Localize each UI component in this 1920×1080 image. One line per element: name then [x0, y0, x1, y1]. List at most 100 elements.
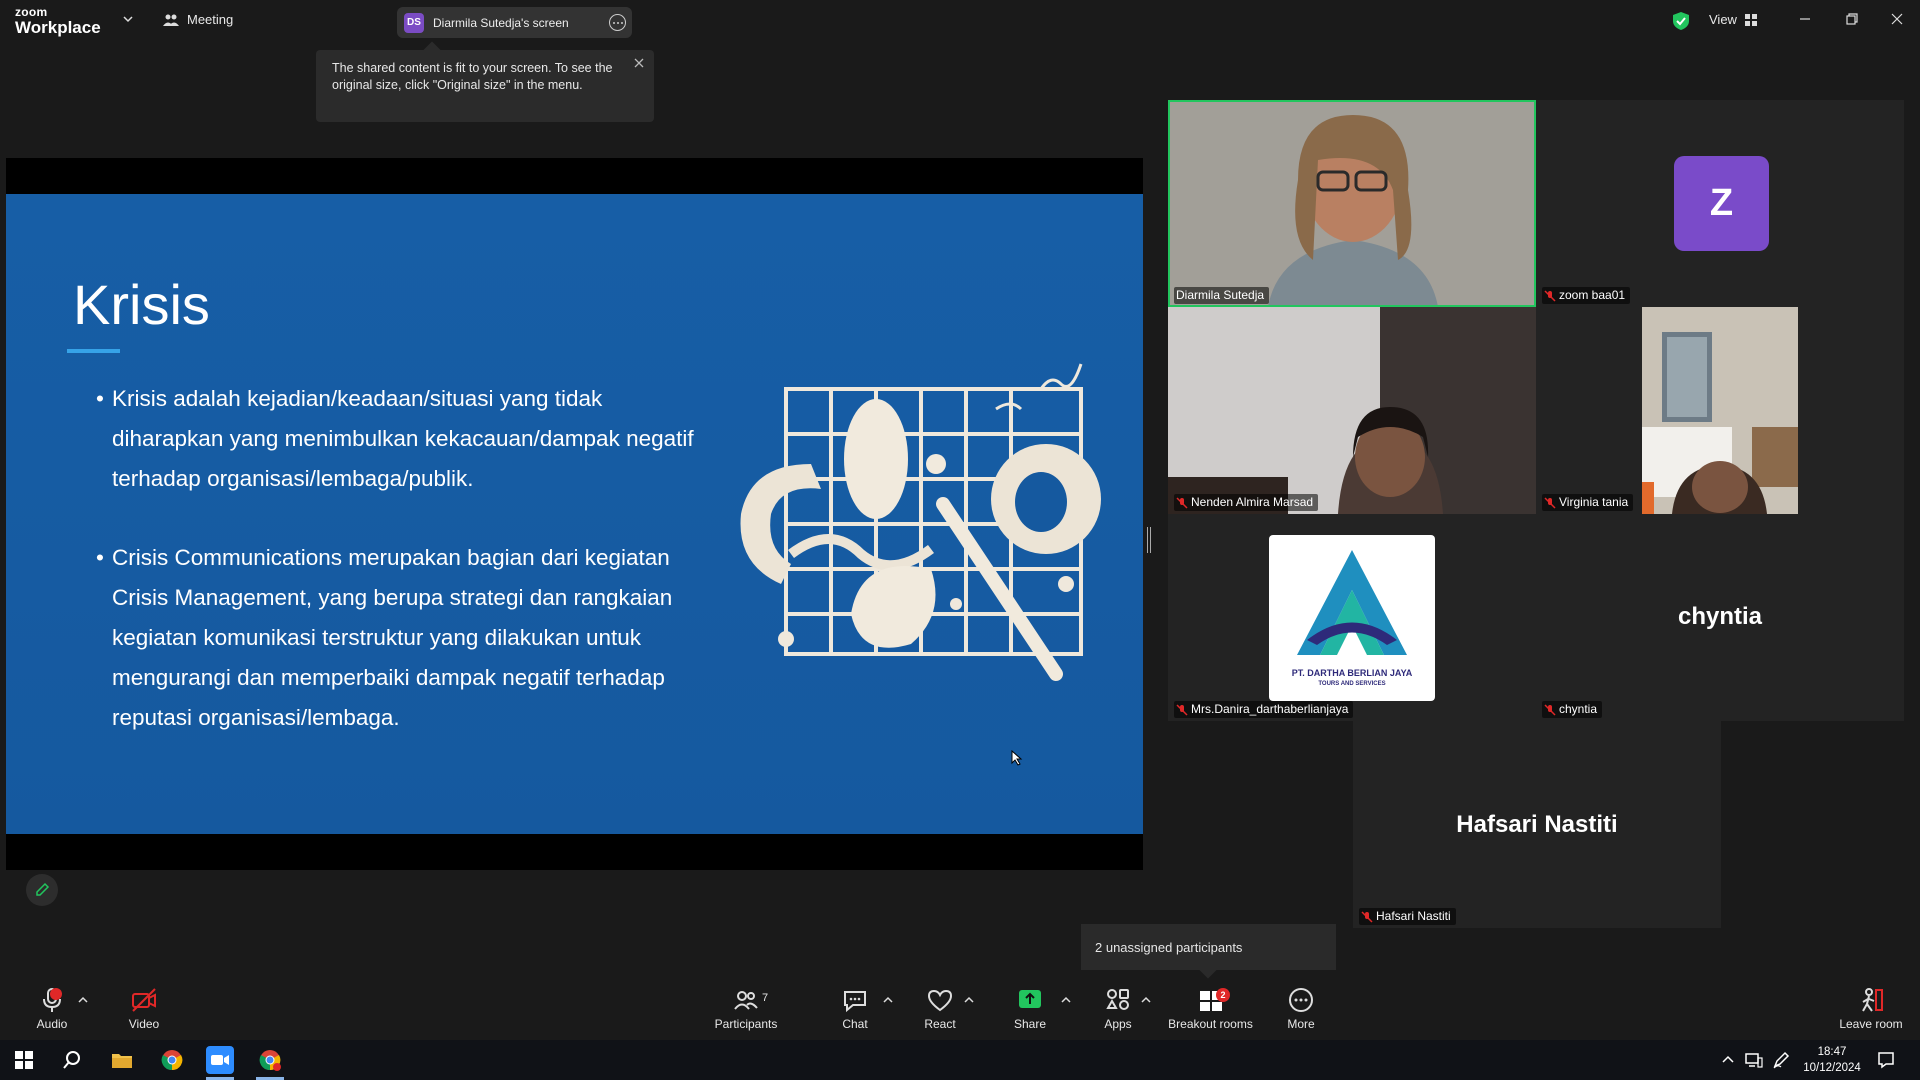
abstract-shapes-illustration: [740, 363, 1101, 681]
clock-time: 18:47: [1817, 1046, 1847, 1058]
breakout-label: Breakout rooms: [1168, 1017, 1253, 1031]
shared-screen-title: Diarmila Sutedja's screen: [433, 15, 569, 30]
taskbar-clock[interactable]: 18:47 10/12/2024: [1802, 1044, 1862, 1076]
clock-date: 10/12/2024: [1803, 1062, 1861, 1074]
apps-label: Apps: [1104, 1017, 1132, 1031]
unassigned-text: 2 unassigned participants: [1095, 939, 1243, 955]
company-logo-subtext: TOURS AND SERVICES: [1318, 681, 1386, 687]
chevron-up-icon[interactable]: [1141, 996, 1151, 1004]
participant-name: chyntia: [1559, 702, 1598, 716]
slide-title: Krisis: [73, 273, 210, 336]
share-screen-icon: [1019, 990, 1041, 1008]
notifications-icon[interactable]: [1877, 1051, 1895, 1069]
participants-button[interactable]: Participants: [701, 986, 791, 1031]
video-button[interactable]: Video: [99, 986, 189, 1031]
meeting-menu[interactable]: Meeting: [163, 12, 233, 27]
react-button[interactable]: React: [895, 986, 985, 1031]
zoom-window: zoom Workplace Meeting DS Diarmila Suted…: [0, 0, 1920, 1080]
participant-name: Nenden Almira Marsad: [1191, 495, 1314, 509]
participant-name-tag: Virginia tania: [1542, 494, 1634, 511]
share-button[interactable]: Share: [985, 986, 1075, 1031]
windows-taskbar: 18:47 10/12/2024: [0, 1040, 1920, 1080]
video-tile-virginia[interactable]: Virginia tania: [1536, 307, 1904, 514]
breakout-rooms-button[interactable]: Breakout rooms: [1163, 986, 1258, 1031]
shared-screen-area[interactable]: Krisis Krisis adalah kejadian/keadaan/si…: [6, 158, 1143, 870]
minimize-icon[interactable]: [1798, 12, 1812, 26]
apps-button[interactable]: Apps: [1073, 986, 1163, 1031]
participant-display-name: chyntia: [1677, 603, 1763, 630]
participant-name: Virginia tania: [1559, 495, 1629, 509]
chevron-up-icon[interactable]: [1722, 1054, 1734, 1064]
share-label: Share: [1013, 1017, 1047, 1031]
chevron-up-icon[interactable]: [883, 996, 893, 1004]
participant-name-tag: Nenden Almira Marsad: [1174, 494, 1319, 511]
participant-name: zoom baa01: [1559, 288, 1626, 302]
chat-label: Chat: [842, 1017, 868, 1031]
pen-input-icon[interactable]: [1772, 1051, 1790, 1069]
brand-small: zoom: [15, 5, 48, 19]
sharer-avatar: DS: [404, 12, 424, 33]
meeting-toolbar: Audio Video Participants 7 Chat React Sh…: [0, 982, 1920, 1040]
panel-resize-handle[interactable]: [1147, 527, 1151, 553]
leave-label: Leave room: [1839, 1017, 1903, 1031]
participant-name-tag: zoom baa01: [1542, 287, 1631, 304]
mouse-cursor-icon: [1011, 750, 1023, 766]
more-button[interactable]: More: [1256, 986, 1346, 1031]
gallery-grid-icon: [1744, 13, 1757, 26]
participant-video: [1642, 307, 1798, 514]
chrome-icon[interactable]: [158, 1046, 186, 1074]
participant-name-tag: Mrs.Danira_darthaberlianjaya: [1174, 701, 1354, 718]
windows-start-icon[interactable]: [10, 1046, 38, 1074]
close-icon[interactable]: [632, 56, 646, 70]
participant-name: Diarmila Sutedja: [1176, 288, 1265, 302]
zoom-workplace-logo[interactable]: zoom Workplace: [15, 6, 101, 36]
audio-alert-badge: [50, 988, 62, 1000]
fit-to-screen-tooltip: The shared content is fit to your screen…: [316, 41, 654, 122]
video-tile-hafsari[interactable]: Hafsari Nastiti Hafsari Nastiti: [1353, 721, 1721, 928]
company-logo-icon: [1297, 550, 1407, 655]
participant-display-name: Hafsari Nastiti: [1456, 811, 1618, 838]
shared-screen-pill[interactable]: DS Diarmila Sutedja's screen: [397, 7, 632, 38]
view-label: View: [1709, 12, 1737, 27]
more-icon: [1289, 988, 1313, 1012]
leave-room-button[interactable]: Leave room: [1826, 986, 1916, 1031]
participant-name: Mrs.Danira_darthaberlianjaya: [1191, 702, 1349, 716]
company-logo-text: PT. DARTHA BERLIAN JAYA: [1291, 668, 1413, 678]
close-window-icon[interactable]: [1890, 12, 1904, 26]
participant-name-tag: Diarmila Sutedja: [1174, 287, 1270, 304]
file-explorer-icon[interactable]: [108, 1046, 136, 1074]
network-icon[interactable]: [1745, 1052, 1763, 1068]
video-tile-chyntia[interactable]: chyntia chyntia: [1536, 514, 1904, 721]
muted-mic-icon: [1176, 703, 1188, 716]
tooltip-text: The shared content is fit to your screen…: [332, 61, 613, 92]
meeting-label: Meeting: [187, 12, 234, 27]
encryption-shield-icon[interactable]: [1672, 11, 1690, 31]
chevron-down-icon[interactable]: [123, 14, 133, 24]
company-logo-card: PT. DARTHA BERLIAN JAYA TOURS AND SERVIC…: [1269, 535, 1435, 701]
participants-group-icon: [163, 14, 179, 26]
title-underline: [67, 349, 120, 353]
annotate-button[interactable]: [26, 874, 58, 906]
bullet-item: Crisis Communications merupakan bagian d…: [96, 538, 696, 738]
muted-mic-icon: [1544, 496, 1556, 509]
chrome-profile-icon[interactable]: [256, 1046, 284, 1074]
chat-button[interactable]: Chat: [810, 986, 900, 1031]
chevron-up-icon[interactable]: [78, 996, 88, 1004]
chevron-up-icon[interactable]: [964, 996, 974, 1004]
video-tile-nenden[interactable]: Nenden Almira Marsad: [1168, 307, 1536, 514]
search-icon[interactable]: [58, 1046, 86, 1074]
video-label: Video: [128, 1017, 160, 1031]
view-button[interactable]: View: [1709, 12, 1757, 27]
participant-name-tag: chyntia: [1542, 701, 1603, 718]
restore-icon[interactable]: [1845, 12, 1859, 26]
video-tile-diarmila[interactable]: Diarmila Sutedja: [1168, 100, 1536, 307]
chat-icon: [844, 991, 866, 1013]
video-tile-danira[interactable]: PT. DARTHA BERLIAN JAYA TOURS AND SERVIC…: [1168, 514, 1536, 721]
avatar: Z: [1674, 156, 1769, 251]
video-off-icon: [132, 988, 156, 1012]
pencil-icon: [36, 882, 50, 896]
chevron-up-icon[interactable]: [1061, 996, 1071, 1004]
more-options-icon[interactable]: [609, 14, 626, 31]
participants-icon: [734, 991, 758, 1010]
zoom-app-icon[interactable]: [206, 1046, 234, 1074]
